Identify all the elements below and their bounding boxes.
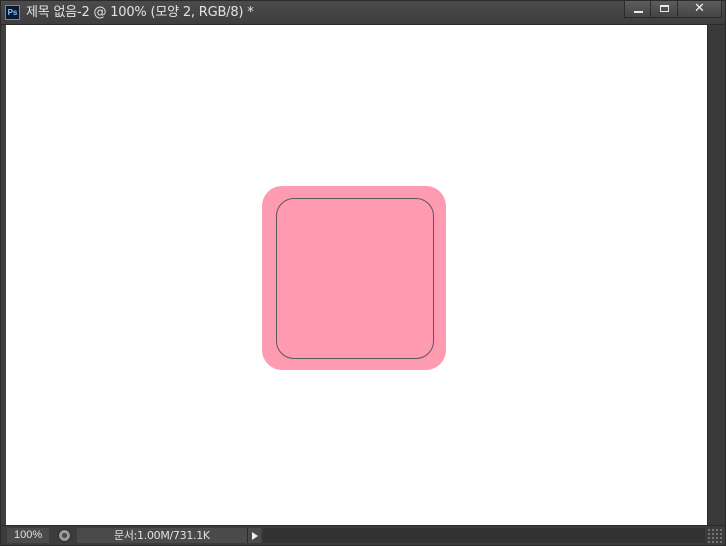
vertical-scrollbar[interactable] bbox=[707, 25, 725, 525]
document-title: 제목 없음-2 @ 100% (모양 2, RGB/8) * bbox=[26, 5, 254, 20]
window-controls: ✕ bbox=[624, 1, 722, 19]
minimize-icon bbox=[634, 11, 643, 13]
close-icon: ✕ bbox=[694, 1, 705, 16]
photoshop-app-icon: Ps bbox=[5, 5, 20, 20]
horizontal-scrollbar[interactable] bbox=[263, 528, 705, 543]
title-bar[interactable]: Ps 제목 없음-2 @ 100% (모양 2, RGB/8) * ✕ bbox=[1, 1, 725, 25]
status-bar: 100% 문서:1.00M/731.1K bbox=[1, 525, 725, 545]
document-window: Ps 제목 없음-2 @ 100% (모양 2, RGB/8) * ✕ 100%… bbox=[0, 0, 726, 546]
minimize-button[interactable] bbox=[624, 1, 651, 18]
status-info-icon[interactable] bbox=[58, 529, 71, 542]
resize-grip-icon[interactable] bbox=[707, 528, 723, 544]
zoom-level-field[interactable]: 100% bbox=[7, 528, 49, 543]
status-menu-arrow-icon[interactable] bbox=[247, 528, 261, 543]
document-canvas[interactable] bbox=[6, 25, 707, 525]
maximize-button[interactable] bbox=[651, 1, 678, 18]
shape-path-outline bbox=[276, 198, 434, 359]
close-button[interactable]: ✕ bbox=[678, 1, 722, 18]
maximize-icon bbox=[660, 5, 669, 12]
document-size-info: 문서:1.00M/731.1K bbox=[77, 528, 247, 543]
